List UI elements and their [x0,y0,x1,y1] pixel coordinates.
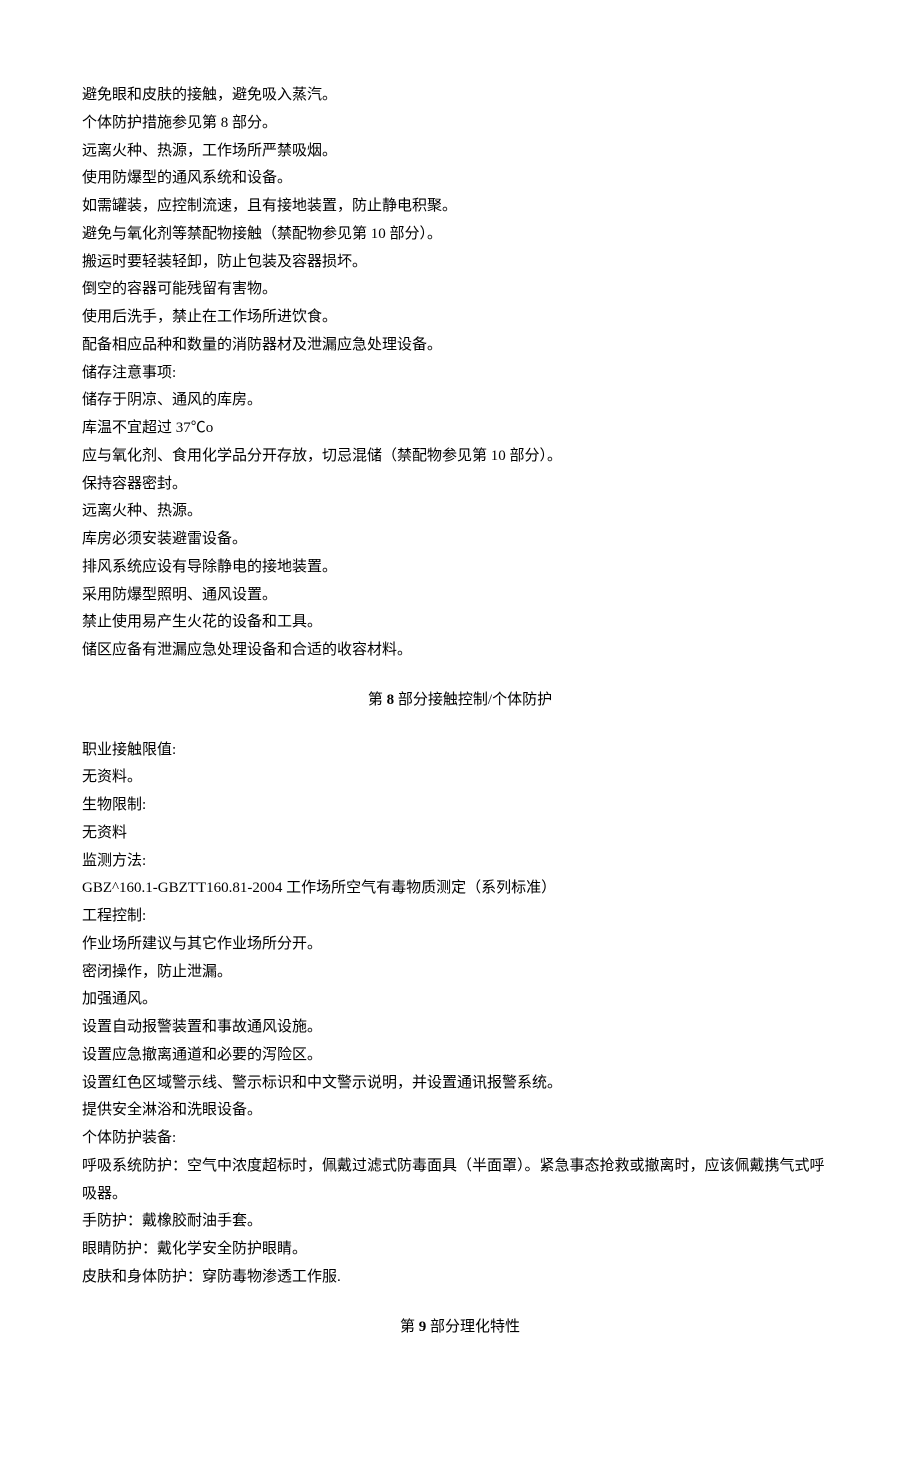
body-line: 使用后洗手，禁止在工作场所进饮食。 [82,304,838,332]
heading-prefix: 第 [368,692,383,708]
body-line: 远离火种、热源，工作场所严禁吸烟。 [82,138,838,166]
body-line: 设置自动报警装置和事故通风设施。 [82,1014,838,1042]
heading-suffix: 部分理化特性 [430,1319,520,1335]
body-line: 采用防爆型照明、通风设置。 [82,582,838,610]
body-line: 排风系统应设有导除静电的接地装置。 [82,554,838,582]
body-line: 使用防爆型的通风系统和设备。 [82,165,838,193]
body-line: 设置应急撤离通道和必要的泻险区。 [82,1042,838,1070]
body-line: 库温不宜超过 37℃o [82,415,838,443]
body-line: 呼吸系统防护：空气中浓度超标时，佩戴过滤式防毒面具（半面罩）。紧急事态抢救或撤离… [82,1153,838,1209]
body-line: 应与氧化剂、食用化学品分开存放，切忌混储（禁配物参见第 10 部分）。 [82,443,838,471]
body-line: 作业场所建议与其它作业场所分开。 [82,931,838,959]
section-9-heading: 第 9 部分理化特性 [82,1314,838,1342]
body-line: 配备相应品种和数量的消防器材及泄漏应急处理设备。 [82,332,838,360]
body-line: 职业接触限值: [82,737,838,765]
body-line: GBZ^160.1-GBZTT160.81-2004 工作场所空气有毒物质测定（… [82,875,838,903]
heading-suffix: 部分接触控制/个体防护 [398,692,552,708]
body-line: 储存注意事项: [82,360,838,388]
body-line: 加强通风。 [82,986,838,1014]
body-line: 无资料。 [82,764,838,792]
body-line: 皮肤和身体防护：穿防毒物渗透工作服. [82,1264,838,1292]
body-line: 设置红色区域警示线、警示标识和中文警示说明，并设置通讯报警系统。 [82,1070,838,1098]
body-line: 无资料 [82,820,838,848]
body-line: 如需罐装，应控制流速，且有接地装置，防止静电积聚。 [82,193,838,221]
body-line: 搬运时要轻装轻卸，防止包装及容器损坏。 [82,249,838,277]
body-line: 保持容器密封。 [82,471,838,499]
body-line: 个体防护装备: [82,1125,838,1153]
body-line: 个体防护措施参见第 8 部分。 [82,110,838,138]
body-line: 提供安全淋浴和洗眼设备。 [82,1097,838,1125]
body-line: 倒空的容器可能残留有害物。 [82,276,838,304]
heading-number: 8 [387,692,395,708]
body-line: 工程控制: [82,903,838,931]
body-line: 监测方法: [82,848,838,876]
document-page: 避免眼和皮肤的接触，避免吸入蒸汽。 个体防护措施参见第 8 部分。 远离火种、热… [0,0,920,1463]
body-line: 避免与氧化剂等禁配物接触（禁配物参见第 10 部分）。 [82,221,838,249]
section-7-continued: 避免眼和皮肤的接触，避免吸入蒸汽。 个体防护措施参见第 8 部分。 远离火种、热… [82,82,838,665]
body-line: 眼睛防护：戴化学安全防护眼睛。 [82,1236,838,1264]
section-8-heading: 第 8 部分接触控制/个体防护 [82,687,838,715]
body-line: 密闭操作，防止泄漏。 [82,959,838,987]
body-line: 生物限制: [82,792,838,820]
heading-prefix: 第 [400,1319,415,1335]
body-line: 储区应备有泄漏应急处理设备和合适的收容材料。 [82,637,838,665]
body-line: 储存于阴凉、通风的库房。 [82,387,838,415]
section-8-body: 职业接触限值: 无资料。 生物限制: 无资料 监测方法: GBZ^160.1-G… [82,737,838,1292]
heading-number: 9 [419,1319,427,1335]
body-line: 禁止使用易产生火花的设备和工具。 [82,609,838,637]
body-line: 远离火种、热源。 [82,498,838,526]
body-line: 库房必须安装避雷设备。 [82,526,838,554]
body-line: 避免眼和皮肤的接触，避免吸入蒸汽。 [82,82,838,110]
body-line: 手防护：戴橡胶耐油手套。 [82,1208,838,1236]
